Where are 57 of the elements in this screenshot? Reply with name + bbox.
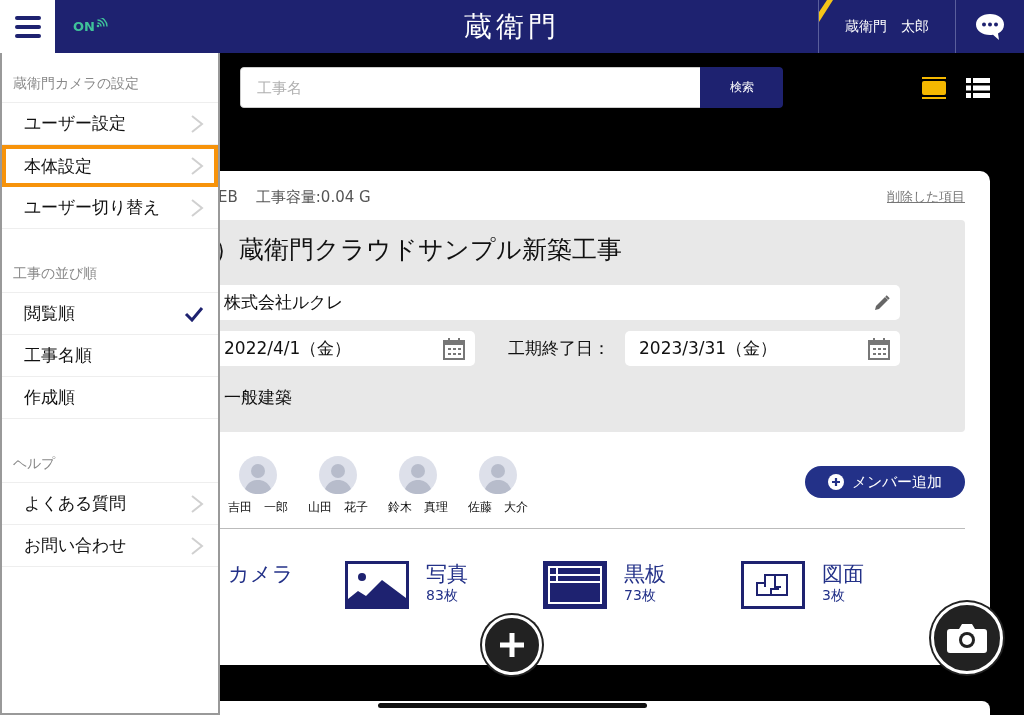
drawer-section-title: ヘルプ — [2, 433, 218, 483]
drawer-section-title: 蔵衛門カメラの設定 — [2, 53, 218, 103]
feature-label[interactable]: 写真 — [426, 561, 468, 587]
deleted-items-link[interactable]: 削除した項目 — [887, 188, 965, 206]
connection-status: ON — [73, 19, 95, 34]
calendar-icon[interactable] — [443, 337, 465, 360]
corner-stripe — [819, 0, 833, 22]
feature-label[interactable]: 図面 — [822, 561, 864, 587]
drawer-menu-item[interactable]: お問い合わせ — [2, 525, 218, 567]
end-date-label: 工期終了日： — [508, 337, 611, 360]
app-logo: 蔵衛門 — [464, 8, 560, 45]
pencil-icon[interactable] — [874, 294, 890, 311]
calendar-icon[interactable] — [868, 337, 890, 360]
drawer-menu-item[interactable]: 工事名順 — [2, 335, 218, 377]
menu-icon — [14, 15, 41, 38]
feature-count: 73枚 — [624, 587, 657, 605]
plus-circle-icon — [828, 474, 844, 490]
project-category: 一般建築 — [224, 386, 293, 409]
chevron-right-icon — [190, 114, 204, 133]
wifi-icon — [95, 17, 108, 28]
drawer-menu-item[interactable]: 本体設定 — [2, 145, 218, 187]
feature-label[interactable]: 黒板 — [624, 561, 666, 587]
project-capacity: 工事容量:0.04 G — [255, 187, 371, 207]
drawer-menu-item[interactable]: ユーザー設定 — [2, 103, 218, 145]
chevron-right-icon — [190, 536, 204, 555]
floor-plan-icon[interactable] — [741, 561, 805, 609]
drawer-menu-item[interactable]: 作成順 — [2, 377, 218, 419]
chat-bubble-icon — [974, 12, 1006, 41]
end-date-field[interactable]: 2023/3/31（金） — [625, 331, 900, 366]
drawer-menu-item[interactable]: 閲覧順 — [2, 293, 218, 335]
search-field[interactable]: 工事名 — [240, 67, 700, 108]
user-name[interactable]: 蔵衛門 太郎 — [845, 17, 929, 36]
blackboard-icon[interactable] — [543, 561, 607, 609]
user-panel[interactable]: 蔵衛門 太郎 — [818, 0, 956, 53]
drawer-menu-item[interactable]: よくある質問 — [2, 483, 218, 525]
camera-button[interactable] — [931, 602, 1003, 674]
camera-icon — [947, 623, 987, 653]
drawer-section-title: 工事の並び順 — [2, 243, 218, 293]
feature-label[interactable]: カメラ — [228, 561, 294, 587]
chevron-right-icon — [190, 198, 204, 217]
list-view-button[interactable] — [966, 77, 990, 98]
feature-count: 83枚 — [426, 587, 459, 605]
member-name: 鈴木 真理 — [388, 499, 448, 516]
photo-icon[interactable] — [345, 561, 409, 609]
chevron-right-icon — [190, 157, 204, 175]
feature-count: 3枚 — [822, 587, 846, 605]
member-name: 吉田 一郎 — [228, 499, 288, 516]
member-name: 佐藤 大介 — [468, 499, 528, 516]
plus-icon — [499, 632, 525, 658]
add-button[interactable] — [482, 615, 542, 675]
chevron-right-icon — [190, 494, 204, 513]
member-name: 山田 花子 — [308, 499, 368, 516]
add-member-button[interactable]: メンバー追加 — [805, 466, 965, 498]
card-view-button[interactable] — [922, 76, 946, 99]
drawer-menu-item[interactable]: ユーザー切り替え — [2, 187, 218, 229]
search-button[interactable]: 検索 — [700, 67, 783, 108]
menu-button[interactable] — [0, 0, 55, 53]
